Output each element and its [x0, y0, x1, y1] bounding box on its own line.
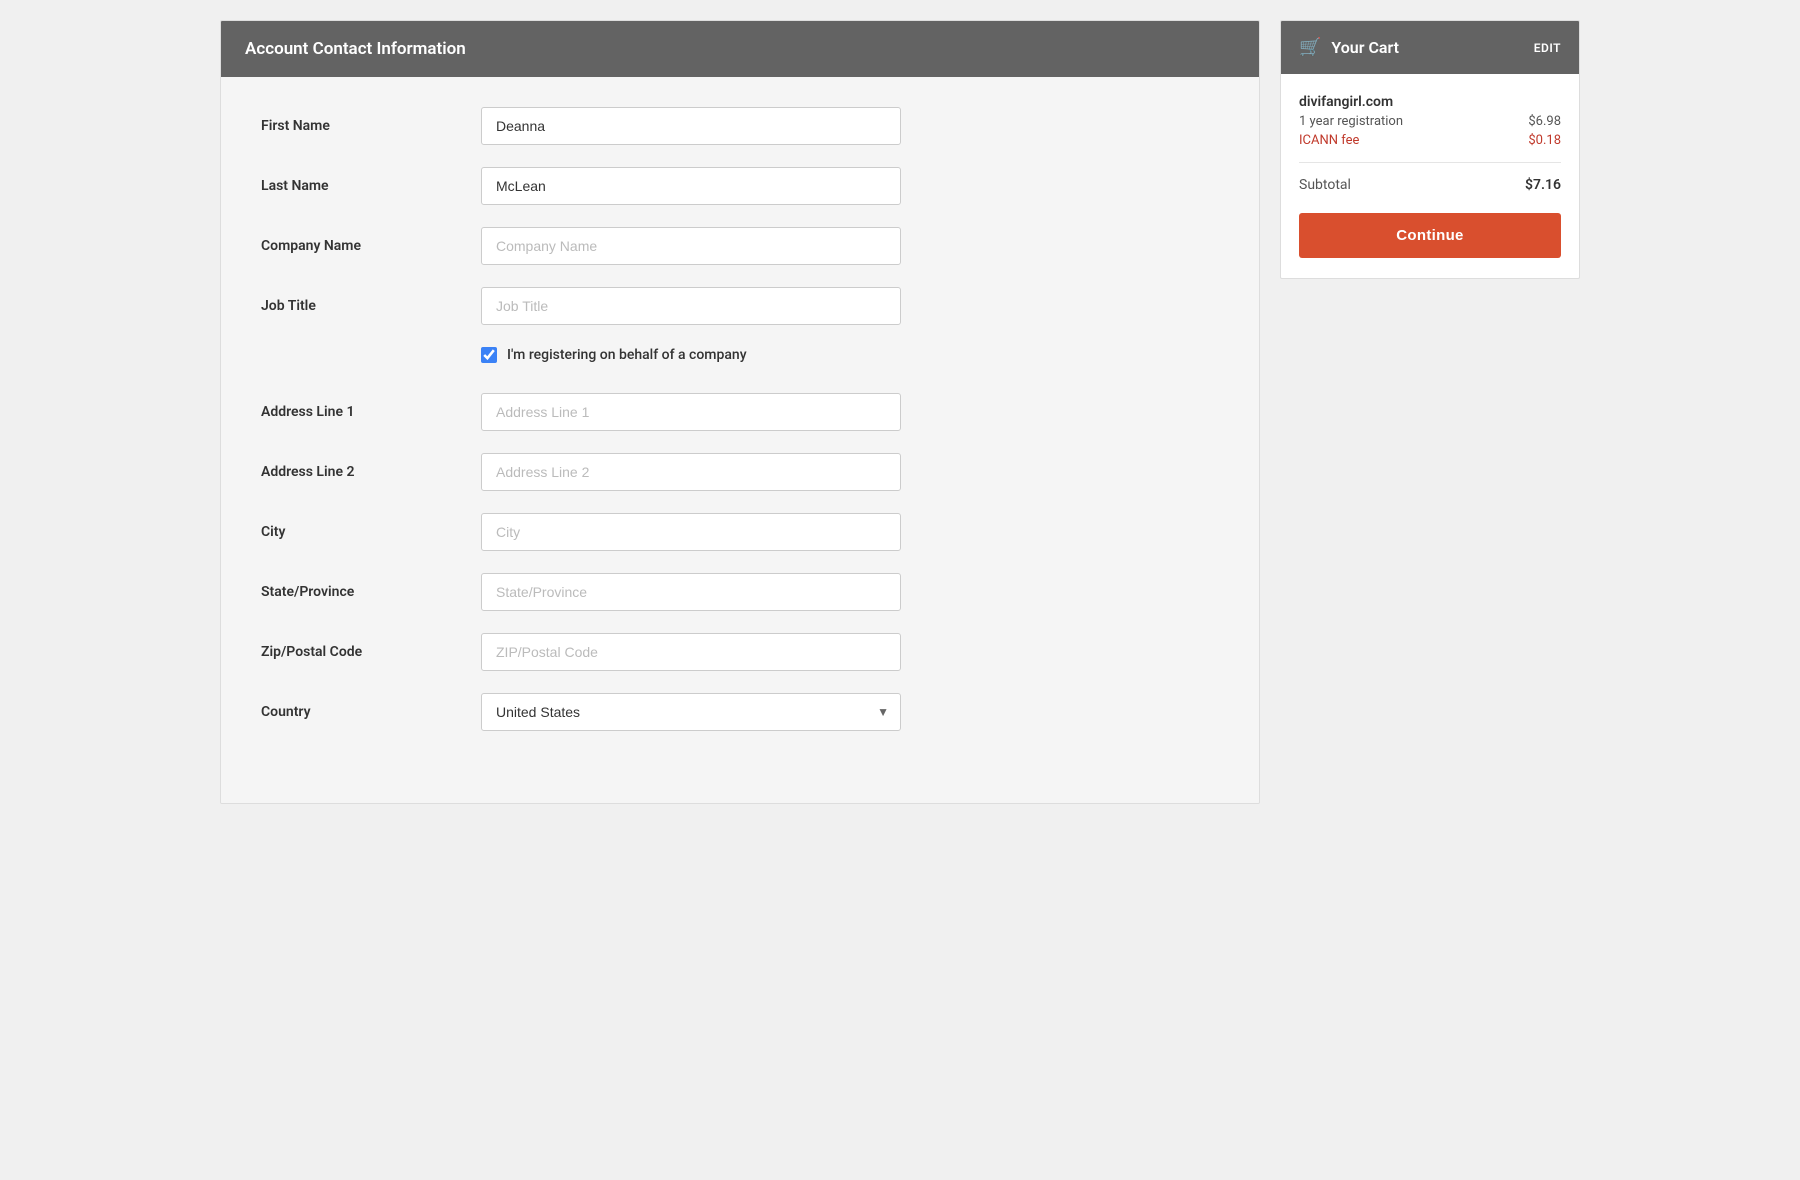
company-checkbox[interactable]	[481, 347, 497, 363]
city-row: City	[261, 513, 1219, 551]
country-row: Country United States Canada United King…	[261, 693, 1219, 731]
state-row: State/Province	[261, 573, 1219, 611]
city-label: City	[261, 524, 481, 540]
cart-registration-line: 1 year registration $6.98	[1299, 114, 1561, 129]
company-name-input[interactable]	[481, 227, 901, 265]
cart-subtotal-value: $7.16	[1525, 177, 1561, 193]
address-line2-row: Address Line 2	[261, 453, 1219, 491]
main-form-panel: Account Contact Information First Name L…	[220, 20, 1260, 804]
zip-input[interactable]	[481, 633, 901, 671]
cart-registration-label: 1 year registration	[1299, 114, 1403, 129]
address-line1-label: Address Line 1	[261, 404, 481, 420]
form-panel-header: Account Contact Information	[221, 21, 1259, 77]
address-line1-input[interactable]	[481, 393, 901, 431]
job-title-row: Job Title	[261, 287, 1219, 325]
cart-divider	[1299, 162, 1561, 163]
cart-subtotal-label: Subtotal	[1299, 177, 1351, 193]
cart-body: divifangirl.com 1 year registration $6.9…	[1281, 74, 1579, 278]
company-name-label: Company Name	[261, 238, 481, 254]
address-line2-input[interactable]	[481, 453, 901, 491]
city-input[interactable]	[481, 513, 901, 551]
job-title-input[interactable]	[481, 287, 901, 325]
cart-subtotal-row: Subtotal $7.16	[1299, 177, 1561, 193]
cart-icann-price: $0.18	[1528, 133, 1561, 148]
company-checkbox-row: I'm registering on behalf of a company	[481, 347, 1219, 363]
country-label: Country	[261, 704, 481, 720]
cart-panel: 🛒 Your Cart EDIT divifangirl.com 1 year …	[1280, 20, 1580, 279]
last-name-input[interactable]	[481, 167, 901, 205]
company-checkbox-label: I'm registering on behalf of a company	[507, 347, 747, 363]
first-name-input[interactable]	[481, 107, 901, 145]
address-line1-row: Address Line 1	[261, 393, 1219, 431]
first-name-row: First Name	[261, 107, 1219, 145]
continue-button[interactable]: Continue	[1299, 213, 1561, 258]
panel-title: Account Contact Information	[245, 39, 466, 59]
last-name-label: Last Name	[261, 178, 481, 194]
cart-icann-line: ICANN fee $0.18	[1299, 133, 1561, 148]
address-line2-label: Address Line 2	[261, 464, 481, 480]
job-title-label: Job Title	[261, 298, 481, 314]
last-name-row: Last Name	[261, 167, 1219, 205]
cart-edit-button[interactable]: EDIT	[1534, 41, 1561, 55]
form-body: First Name Last Name Company Name Job Ti…	[221, 77, 1259, 803]
zip-label: Zip/Postal Code	[261, 644, 481, 660]
zip-row: Zip/Postal Code	[261, 633, 1219, 671]
cart-header-left: 🛒 Your Cart	[1299, 37, 1399, 58]
first-name-label: First Name	[261, 118, 481, 134]
cart-title: Your Cart	[1331, 38, 1399, 57]
cart-registration-price: $6.98	[1528, 114, 1561, 129]
country-select[interactable]: United States Canada United Kingdom Aust…	[481, 693, 901, 731]
state-label: State/Province	[261, 584, 481, 600]
cart-icon: 🛒	[1299, 37, 1321, 58]
country-select-wrapper: United States Canada United Kingdom Aust…	[481, 693, 901, 731]
cart-domain: divifangirl.com	[1299, 94, 1561, 110]
cart-header: 🛒 Your Cart EDIT	[1281, 21, 1579, 74]
cart-icann-label: ICANN fee	[1299, 133, 1359, 148]
company-name-row: Company Name	[261, 227, 1219, 265]
state-input[interactable]	[481, 573, 901, 611]
